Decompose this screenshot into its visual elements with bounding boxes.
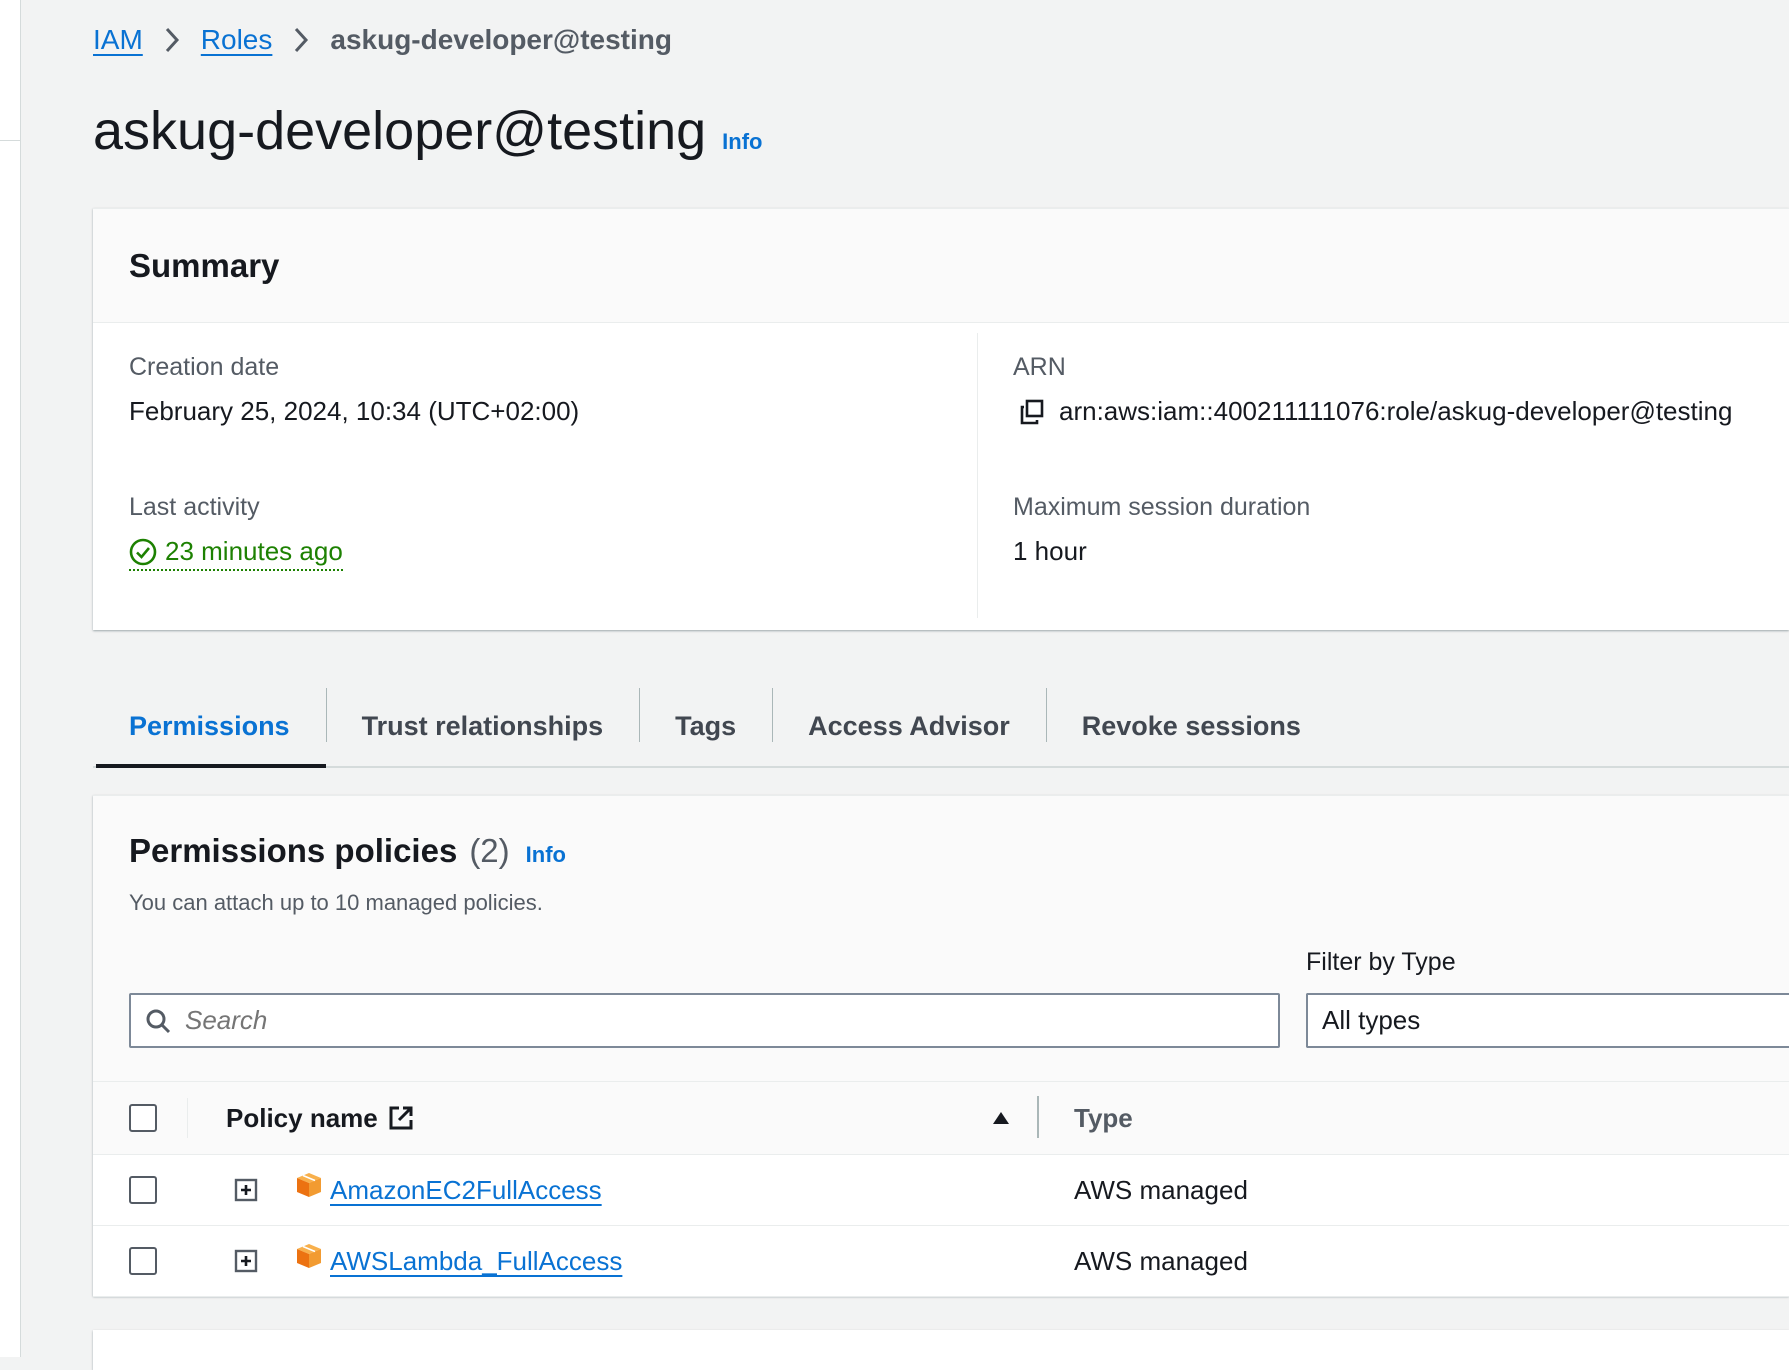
policy-link[interactable]: AmazonEC2FullAccess bbox=[330, 1175, 602, 1206]
summary-body: Creation date February 25, 2024, 10:34 (… bbox=[93, 323, 1789, 630]
search-icon bbox=[145, 1008, 171, 1034]
external-link-icon bbox=[388, 1105, 414, 1131]
summary-panel: Summary Creation date February 25, 2024,… bbox=[93, 208, 1789, 630]
creation-date-label: Creation date bbox=[129, 353, 280, 381]
column-divider bbox=[977, 333, 978, 618]
permissions-info-link[interactable]: Info bbox=[526, 842, 566, 868]
last-activity-value: 23 minutes ago bbox=[165, 536, 343, 566]
policy-name-header-label: Policy name bbox=[226, 1102, 378, 1133]
table-header: Policy name Type bbox=[93, 1081, 1789, 1155]
arn-field: ARN arn:aws:iam::400211111076:role/askug… bbox=[1013, 353, 1732, 427]
search-input[interactable] bbox=[183, 1004, 1237, 1037]
permissions-policies-panel: Permissions policies (2) Info You can at… bbox=[93, 795, 1789, 1297]
permissions-title: Permissions policies bbox=[129, 832, 458, 869]
last-activity-label: Last activity bbox=[129, 493, 260, 521]
max-session-value: 1 hour bbox=[1013, 536, 1087, 566]
expand-plus-icon[interactable] bbox=[234, 1178, 258, 1202]
policy-name-header[interactable]: Policy name bbox=[226, 1103, 414, 1134]
sort-up-icon[interactable] bbox=[991, 1110, 1011, 1126]
table-row: AmazonEC2FullAccess AWS managed bbox=[93, 1155, 1789, 1226]
last-activity-field: Last activity 23 minutes ago bbox=[129, 493, 343, 571]
breadcrumb-iam[interactable]: IAM bbox=[93, 24, 143, 56]
tab-access-advisor[interactable]: Access Advisor bbox=[772, 686, 1046, 766]
permissions-count: (2) bbox=[469, 832, 510, 869]
filter-type-value: All types bbox=[1322, 1005, 1421, 1035]
table-row: AWSLambda_FullAccess AWS managed bbox=[93, 1226, 1789, 1297]
arn-row: arn:aws:iam::400211111076:role/askug-dev… bbox=[1013, 396, 1732, 427]
next-panel bbox=[93, 1330, 1789, 1370]
policies-table: Policy name Type AmazonEC2FullAccess AWS… bbox=[93, 1081, 1789, 1297]
creation-date-field: Creation date February 25, 2024, 10:34 (… bbox=[129, 353, 579, 427]
row-checkbox[interactable] bbox=[129, 1176, 157, 1204]
tab-trust-relationships[interactable]: Trust relationships bbox=[325, 686, 640, 766]
permissions-header: Permissions policies (2) Info You can at… bbox=[93, 796, 1789, 1117]
type-header: Type bbox=[1074, 1102, 1133, 1133]
search-field[interactable] bbox=[129, 993, 1280, 1048]
policy-type: AWS managed bbox=[1074, 1174, 1248, 1205]
last-activity-status[interactable]: 23 minutes ago bbox=[129, 536, 343, 571]
creation-date-value: February 25, 2024, 10:34 (UTC+02:00) bbox=[129, 396, 580, 426]
policy-link[interactable]: AWSLambda_FullAccess bbox=[330, 1246, 622, 1277]
policy-type: AWS managed bbox=[1074, 1245, 1248, 1276]
page-info-link[interactable]: Info bbox=[722, 129, 762, 155]
check-circle-icon bbox=[129, 538, 157, 566]
chevron-right-icon bbox=[143, 27, 201, 53]
package-icon bbox=[295, 1171, 323, 1199]
left-navigation-rail bbox=[0, 0, 21, 1357]
permissions-title-row: Permissions policies (2) Info bbox=[129, 832, 1753, 870]
summary-title: Summary bbox=[129, 246, 280, 284]
arn-value: arn:aws:iam::400211111076:role/askug-dev… bbox=[1059, 396, 1733, 426]
page-title: askug-developer@testing bbox=[93, 101, 707, 161]
column-resizer[interactable] bbox=[1037, 1096, 1039, 1138]
rail-divider bbox=[0, 140, 20, 141]
copy-icon[interactable] bbox=[1019, 399, 1045, 425]
package-icon bbox=[295, 1242, 323, 1270]
column-divider bbox=[187, 1098, 188, 1138]
tab-bar: Permissions Trust relationships Tags Acc… bbox=[93, 686, 1789, 768]
last-activity-row: 23 minutes ago bbox=[129, 536, 343, 571]
summary-header: Summary bbox=[93, 209, 1789, 323]
tab-tags[interactable]: Tags bbox=[639, 686, 772, 766]
row-checkbox[interactable] bbox=[129, 1247, 157, 1275]
breadcrumb-current: askug-developer@testing bbox=[330, 24, 672, 55]
filter-type-select[interactable]: All types bbox=[1306, 993, 1789, 1048]
max-session-label: Maximum session duration bbox=[1013, 493, 1311, 521]
permissions-description: You can attach up to 10 managed policies… bbox=[129, 890, 543, 915]
breadcrumb-roles[interactable]: Roles bbox=[201, 24, 273, 56]
chevron-right-icon bbox=[272, 27, 330, 53]
tab-revoke-sessions[interactable]: Revoke sessions bbox=[1045, 686, 1337, 766]
expand-plus-icon[interactable] bbox=[234, 1249, 258, 1273]
page-header: askug-developer@testing Info bbox=[93, 100, 763, 162]
breadcrumb: IAM Roles askug-developer@testing bbox=[93, 24, 672, 56]
select-all-checkbox[interactable] bbox=[129, 1104, 157, 1132]
tab-permissions[interactable]: Permissions bbox=[93, 686, 326, 768]
max-session-field: Maximum session duration 1 hour bbox=[1013, 493, 1310, 567]
filter-by-type-label: Filter by Type bbox=[1306, 948, 1456, 976]
arn-label: ARN bbox=[1013, 353, 1066, 381]
